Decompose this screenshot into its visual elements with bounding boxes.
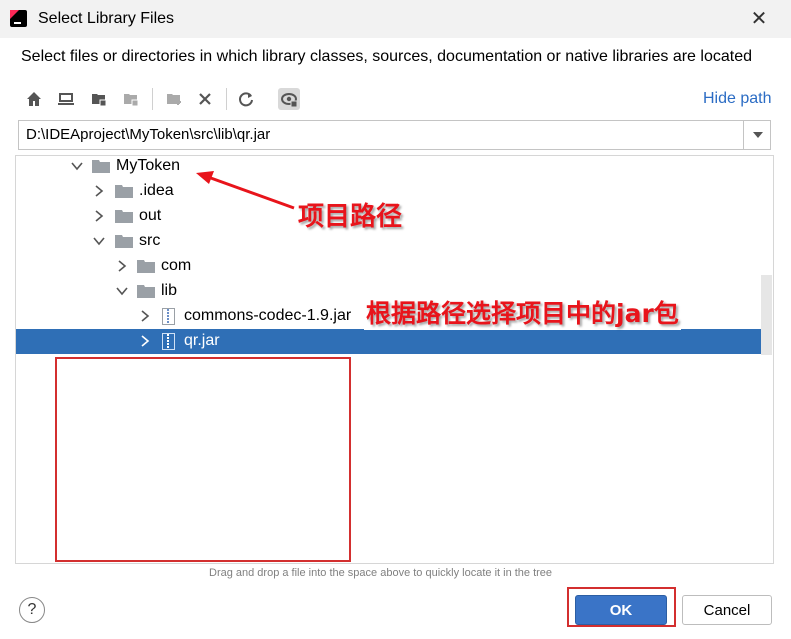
tree-item-label: qr.jar <box>184 332 220 349</box>
chevron-right-icon[interactable] <box>92 184 106 198</box>
cancel-button[interactable]: Cancel <box>682 595 772 625</box>
folder-icon <box>137 260 155 273</box>
chevron-down-icon[interactable] <box>115 284 129 298</box>
jar-archive-icon <box>162 333 175 350</box>
chevron-down-icon[interactable] <box>92 234 106 248</box>
intellij-logo-icon <box>10 10 27 27</box>
annotation-select-jar: 根据路径选择项目中的jar包 <box>364 294 681 330</box>
folder-icon <box>137 285 155 298</box>
annotation-arrow <box>196 171 295 210</box>
hide-path-link[interactable]: Hide path <box>703 90 772 108</box>
folder-icon <box>115 185 133 198</box>
tree-item-mytoken[interactable]: MyToken <box>16 156 761 179</box>
chevron-right-icon[interactable] <box>138 309 152 323</box>
tree-item-label: .idea <box>139 182 174 199</box>
delete-icon[interactable] <box>194 88 216 110</box>
tree-scrollbar[interactable] <box>761 275 772 355</box>
project-folder-icon[interactable] <box>88 88 110 110</box>
dialog-description: Select files or directories in which lib… <box>21 48 752 65</box>
window-title: Select Library Files <box>38 10 175 27</box>
desktop-icon[interactable] <box>55 88 77 110</box>
close-icon[interactable]: ✕ <box>748 8 770 30</box>
refresh-icon[interactable] <box>235 88 257 110</box>
redaction-box <box>55 357 351 562</box>
tree-item-com[interactable]: com <box>16 254 761 279</box>
help-button[interactable]: ? <box>19 597 45 623</box>
chevron-right-icon[interactable] <box>92 209 106 223</box>
toolbar-separator <box>152 88 153 110</box>
path-value: D:\IDEAproject\MyToken\src\lib\qr.jar <box>26 126 271 143</box>
chevron-right-icon[interactable] <box>115 259 129 273</box>
tree-item-label: out <box>139 207 162 224</box>
tree-item-label: lib <box>161 282 178 299</box>
tree-item-label: MyToken <box>116 157 181 174</box>
folder-icon <box>92 160 110 173</box>
show-hidden-icon[interactable] <box>278 88 300 110</box>
chevron-right-icon[interactable] <box>138 334 152 348</box>
path-dropdown-button[interactable] <box>743 121 771 149</box>
home-icon[interactable] <box>23 88 45 110</box>
chevron-down-icon[interactable] <box>70 159 84 173</box>
annotation-project-path: 项目路径 <box>298 202 403 232</box>
ok-highlight-box <box>567 587 676 627</box>
tree-item-label: commons-codec-1.9.jar <box>184 307 352 324</box>
toolbar-separator <box>226 88 227 110</box>
chevron-down-icon <box>752 132 763 138</box>
tree-item-qr-jar[interactable]: qr.jar <box>16 329 761 354</box>
new-folder-icon[interactable] <box>163 88 185 110</box>
jar-archive-icon <box>162 308 175 325</box>
drag-drop-hint: Drag and drop a file into the space abov… <box>209 567 553 579</box>
tree-item-label: src <box>139 232 161 249</box>
tree-item-label: com <box>161 257 192 274</box>
folder-icon <box>115 235 133 248</box>
module-folder-icon[interactable] <box>120 88 142 110</box>
folder-icon <box>115 210 133 223</box>
